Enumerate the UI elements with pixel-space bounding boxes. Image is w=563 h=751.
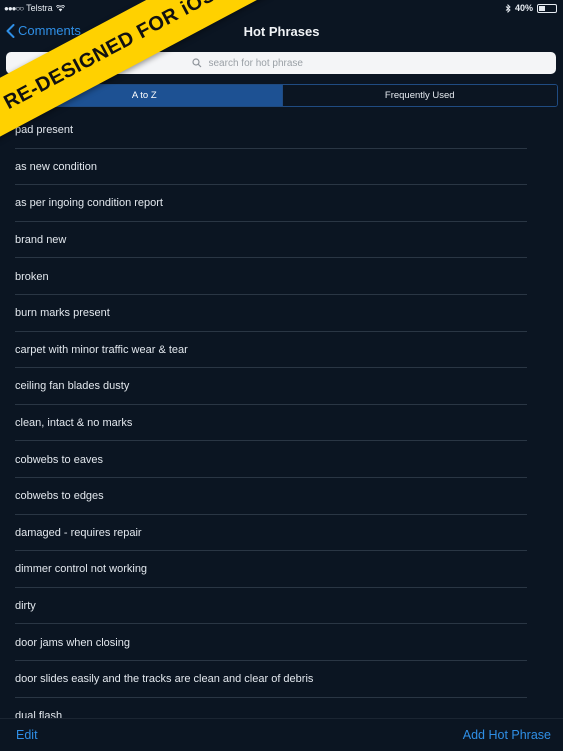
- list-item[interactable]: ceiling fan blades dusty: [0, 368, 563, 405]
- edit-button[interactable]: Edit: [16, 728, 38, 742]
- list-item[interactable]: door slides easily and the tracks are cl…: [0, 661, 563, 698]
- add-hot-phrase-button[interactable]: Add Hot Phrase: [463, 728, 551, 742]
- list-item[interactable]: cobwebs to edges: [0, 478, 563, 515]
- list-item[interactable]: dimmer control not working: [0, 551, 563, 588]
- list-item[interactable]: dual flash: [0, 698, 563, 718]
- wifi-icon: [55, 4, 65, 11]
- list-item[interactable]: dirty: [0, 588, 563, 625]
- search-icon: [191, 58, 201, 68]
- list-item[interactable]: clean, intact & no marks: [0, 405, 563, 442]
- list-item[interactable]: broken: [0, 258, 563, 295]
- list-item[interactable]: as new condition: [0, 149, 563, 186]
- status-bar: ●●●○○ Telstra 40%: [0, 0, 563, 16]
- list-item[interactable]: brand new: [0, 222, 563, 259]
- segment-frequently-used[interactable]: Frequently Used: [281, 85, 557, 106]
- list-item[interactable]: as per ingoing condition report: [0, 185, 563, 222]
- carrier-label: Telstra: [26, 3, 53, 13]
- list-item[interactable]: pad present: [0, 112, 563, 149]
- list-item[interactable]: burn marks present: [0, 295, 563, 332]
- bluetooth-icon: [505, 3, 511, 13]
- list-item[interactable]: carpet with minor traffic wear & tear: [0, 332, 563, 369]
- status-right: 40%: [505, 3, 557, 13]
- bottom-toolbar: Edit Add Hot Phrase: [0, 718, 563, 751]
- hot-phrase-list: pad present as new condition as per ingo…: [0, 112, 563, 718]
- list-item[interactable]: door jams when closing: [0, 624, 563, 661]
- list-item[interactable]: cobwebs to eaves: [0, 441, 563, 478]
- list-item[interactable]: damaged - requires repair: [0, 515, 563, 552]
- status-left: ●●●○○ Telstra: [4, 3, 65, 13]
- battery-icon: [537, 3, 557, 13]
- search-input[interactable]: [206, 56, 371, 70]
- signal-strength-icon: ●●●○○: [4, 3, 24, 13]
- battery-percent: 40%: [514, 3, 533, 13]
